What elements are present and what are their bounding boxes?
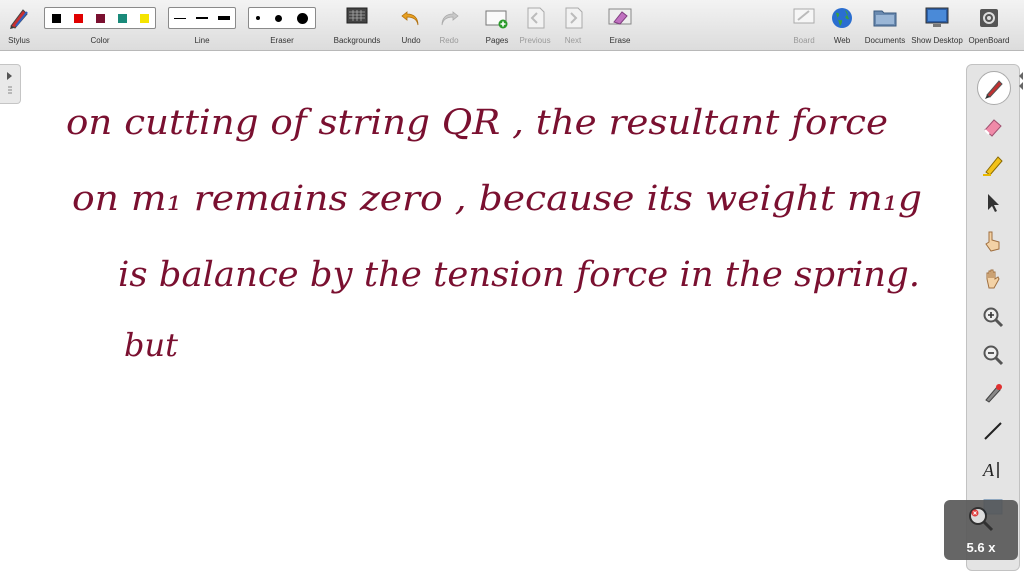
redo-icon bbox=[441, 11, 459, 26]
line-thick[interactable] bbox=[218, 16, 230, 20]
previous-label: Previous bbox=[519, 36, 551, 45]
redo-button[interactable]: Redo bbox=[434, 4, 464, 48]
hand-pointer-icon bbox=[985, 231, 1000, 252]
tool-hand[interactable] bbox=[977, 263, 1009, 295]
undo-icon bbox=[401, 11, 419, 26]
pages-button[interactable]: Pages bbox=[482, 4, 512, 48]
ink-line-3: is balance by the tension force in the s… bbox=[118, 255, 920, 295]
backgrounds-label: Backgrounds bbox=[333, 36, 381, 45]
text-icon: A bbox=[982, 460, 999, 480]
tool-highlighter[interactable] bbox=[977, 149, 1009, 181]
line-width-selector bbox=[168, 7, 236, 29]
pen-icon bbox=[985, 80, 1003, 99]
board-icon bbox=[793, 8, 815, 24]
svg-text:A: A bbox=[982, 460, 995, 480]
documents-label: Documents bbox=[864, 36, 906, 45]
backgrounds-button[interactable]: Backgrounds bbox=[330, 4, 384, 48]
zoom-level: 5.6 x bbox=[966, 540, 996, 555]
color-palette bbox=[44, 7, 156, 29]
board-canvas[interactable]: on cutting of string QR , the resultant … bbox=[0, 60, 940, 480]
tool-eraser[interactable] bbox=[977, 111, 1009, 143]
laser-icon bbox=[985, 384, 1002, 403]
line-icon bbox=[984, 422, 1002, 440]
stylus-icon bbox=[10, 9, 28, 29]
eraser-size-selector bbox=[248, 7, 316, 29]
color-black[interactable] bbox=[51, 13, 61, 23]
color-maroon[interactable] bbox=[95, 13, 105, 23]
erase-button[interactable]: Erase bbox=[604, 4, 636, 48]
web-button[interactable]: Web bbox=[826, 4, 858, 48]
folder-icon bbox=[873, 10, 897, 27]
eraser-small[interactable] bbox=[256, 16, 261, 20]
zoom-in-icon bbox=[983, 307, 1004, 328]
pointer-icon bbox=[988, 194, 999, 212]
add-page-icon bbox=[485, 10, 508, 29]
tool-line[interactable] bbox=[977, 415, 1009, 447]
documents-button[interactable]: Documents bbox=[862, 4, 908, 48]
openboard-button[interactable]: OpenBoard bbox=[966, 4, 1012, 48]
openboard-label: OpenBoard bbox=[968, 36, 1010, 45]
eraser-group: Eraser bbox=[248, 4, 316, 48]
next-button[interactable]: Next bbox=[558, 4, 588, 48]
tool-pen[interactable] bbox=[977, 71, 1011, 105]
eraser-label: Eraser bbox=[270, 36, 294, 45]
next-label: Next bbox=[564, 36, 582, 45]
line-thin[interactable] bbox=[174, 17, 186, 19]
tool-zoom-in[interactable] bbox=[977, 301, 1009, 333]
tool-zoom-out[interactable] bbox=[977, 339, 1009, 371]
monitor-icon bbox=[925, 7, 949, 27]
next-page-icon bbox=[565, 7, 583, 29]
show-desktop-label: Show Desktop bbox=[911, 36, 963, 45]
right-scroll-edge[interactable] bbox=[1018, 64, 1024, 569]
web-label: Web bbox=[833, 36, 851, 45]
stylus-button[interactable]: Stylus bbox=[4, 4, 34, 48]
backgrounds-icon bbox=[346, 7, 368, 24]
eraser-large[interactable] bbox=[296, 12, 308, 24]
ink-line-2: on m₁ remains zero , because its weight … bbox=[72, 179, 922, 219]
tool-text[interactable]: A bbox=[977, 453, 1009, 485]
globe-icon bbox=[832, 8, 852, 28]
color-red[interactable] bbox=[73, 13, 83, 23]
eraser-medium[interactable] bbox=[274, 14, 282, 22]
zoom-magnifier-icon bbox=[969, 507, 994, 532]
ink-line-1: on cutting of string QR , the resultant … bbox=[66, 103, 888, 143]
tool-palette: A bbox=[966, 64, 1020, 571]
redo-label: Redo bbox=[439, 36, 459, 45]
zoom-indicator: 5.6 x bbox=[944, 500, 1018, 560]
color-teal[interactable] bbox=[117, 13, 127, 23]
eraser-icon bbox=[984, 119, 1002, 137]
color-label: Color bbox=[90, 36, 110, 45]
tool-interact[interactable] bbox=[977, 225, 1009, 257]
board-label: Board bbox=[793, 36, 815, 45]
previous-button[interactable]: Previous bbox=[518, 4, 552, 48]
line-label: Line bbox=[194, 36, 210, 45]
line-group: Line bbox=[168, 4, 236, 48]
hand-icon bbox=[986, 269, 1000, 289]
ink-line-4: but bbox=[124, 326, 178, 364]
show-desktop-button[interactable]: Show Desktop bbox=[910, 4, 964, 48]
stylus-label: Stylus bbox=[8, 36, 30, 45]
board-button[interactable]: Board bbox=[788, 4, 820, 48]
erase-label: Erase bbox=[609, 36, 631, 45]
tool-selector[interactable] bbox=[977, 187, 1009, 219]
scroll-arrow-icon bbox=[1019, 72, 1023, 90]
line-medium[interactable] bbox=[196, 17, 208, 19]
undo-button[interactable]: Undo bbox=[396, 4, 426, 48]
pages-label: Pages bbox=[485, 36, 509, 45]
undo-label: Undo bbox=[401, 36, 421, 45]
erase-all-icon bbox=[608, 8, 632, 25]
settings-icon bbox=[980, 9, 998, 27]
color-group: Color bbox=[44, 4, 156, 48]
zoom-out-icon bbox=[983, 345, 1004, 366]
color-yellow[interactable] bbox=[139, 13, 149, 23]
previous-page-icon bbox=[527, 7, 545, 29]
tool-laser[interactable] bbox=[977, 377, 1009, 409]
highlighter-icon bbox=[983, 156, 1003, 176]
main-toolbar: Stylus Color Line Eraser Backgrounds Und… bbox=[0, 0, 1024, 51]
